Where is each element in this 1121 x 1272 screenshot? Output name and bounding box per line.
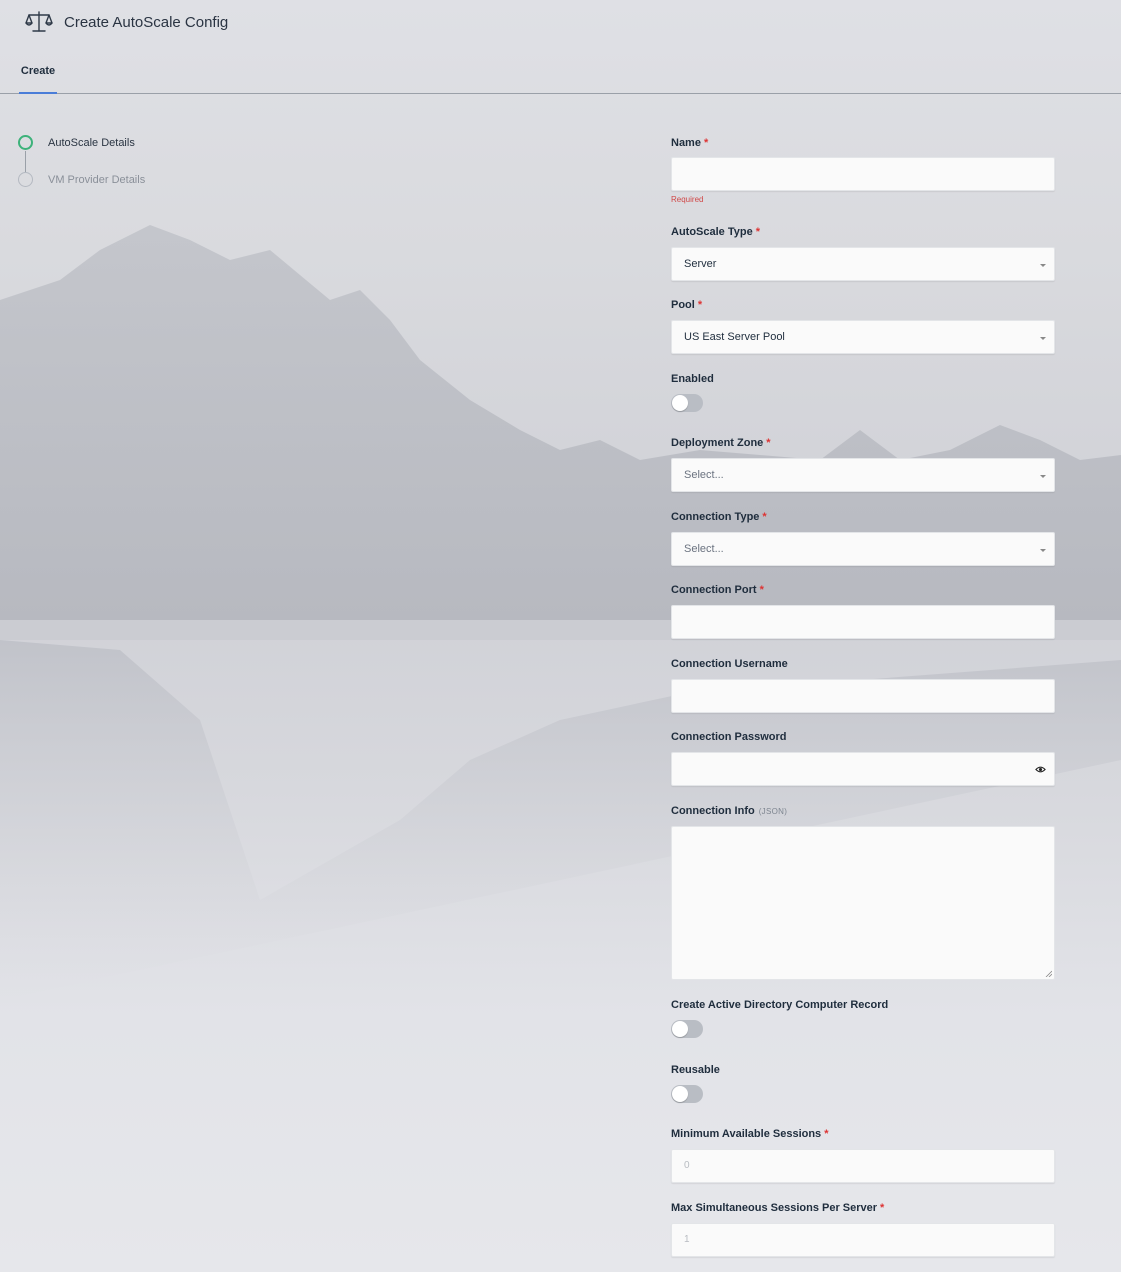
step-vm-provider-details[interactable]: VM Provider Details xyxy=(18,172,145,187)
reusable-label: Reusable xyxy=(671,1064,720,1076)
toggle-knob xyxy=(672,395,688,411)
deployment-zone-select[interactable]: Select... xyxy=(671,458,1055,492)
create-ad-record-toggle[interactable] xyxy=(671,1020,703,1038)
resize-handle-icon[interactable] xyxy=(1045,970,1052,977)
name-label: Name * xyxy=(671,137,709,149)
deployment-zone-label: Deployment Zone * xyxy=(671,437,771,449)
connection-type-label: Connection Type * xyxy=(671,511,767,523)
create-ad-record-label: Create Active Directory Computer Record xyxy=(671,999,889,1011)
min-available-sessions-placeholder: 0 xyxy=(684,1160,690,1171)
chevron-down-icon xyxy=(1040,475,1046,478)
chevron-down-icon xyxy=(1040,337,1046,340)
tab-bar: Create xyxy=(0,58,1121,94)
name-error: Required xyxy=(671,195,704,204)
connection-password-input[interactable] xyxy=(671,752,1055,786)
toggle-knob xyxy=(672,1086,688,1102)
connection-type-select[interactable]: Select... xyxy=(671,532,1055,566)
max-simultaneous-sessions-input[interactable]: 1 xyxy=(671,1223,1055,1257)
connection-type-placeholder: Select... xyxy=(684,543,724,555)
pool-select[interactable]: US East Server Pool xyxy=(671,320,1055,354)
step-label: VM Provider Details xyxy=(48,173,146,186)
connection-port-input[interactable] xyxy=(671,605,1055,639)
max-simultaneous-sessions-label: Max Simultaneous Sessions Per Server * xyxy=(671,1202,885,1214)
connection-username-input[interactable] xyxy=(671,679,1055,713)
connection-info-textarea[interactable] xyxy=(671,826,1055,980)
deployment-zone-placeholder: Select... xyxy=(684,469,724,481)
enabled-label: Enabled xyxy=(671,373,714,385)
step-active-indicator xyxy=(18,135,33,150)
step-autoscale-details[interactable]: AutoScale Details xyxy=(18,135,135,150)
autoscale-type-select[interactable]: Server xyxy=(671,247,1055,281)
json-hint: (JSON) xyxy=(758,807,788,816)
min-available-sessions-label: Minimum Available Sessions * xyxy=(671,1128,829,1140)
pool-value: US East Server Pool xyxy=(684,331,785,343)
chevron-down-icon xyxy=(1040,549,1046,552)
enabled-toggle[interactable] xyxy=(671,394,703,412)
connection-username-label: Connection Username xyxy=(671,658,788,670)
connection-info-label: Connection Info (JSON) xyxy=(671,805,788,817)
min-available-sessions-input[interactable]: 0 xyxy=(671,1149,1055,1183)
name-input[interactable] xyxy=(671,157,1055,191)
connection-password-label: Connection Password xyxy=(671,731,787,743)
page-title: Create AutoScale Config xyxy=(64,13,229,31)
connection-port-label: Connection Port * xyxy=(671,584,764,596)
step-label: AutoScale Details xyxy=(48,136,135,149)
eye-icon[interactable] xyxy=(1035,764,1046,775)
tab-create[interactable]: Create xyxy=(19,58,57,94)
pool-label: Pool * xyxy=(671,299,703,311)
step-connector xyxy=(25,151,26,172)
chevron-down-icon xyxy=(1040,264,1046,267)
balance-scale-icon xyxy=(24,9,54,35)
step-inactive-indicator xyxy=(18,172,33,187)
max-simultaneous-sessions-placeholder: 1 xyxy=(684,1234,690,1245)
reusable-toggle[interactable] xyxy=(671,1085,703,1103)
autoscale-type-value: Server xyxy=(684,258,717,270)
page-header: Create AutoScale Config xyxy=(24,8,228,36)
toggle-knob xyxy=(672,1021,688,1037)
autoscale-type-label: AutoScale Type * xyxy=(671,226,760,238)
